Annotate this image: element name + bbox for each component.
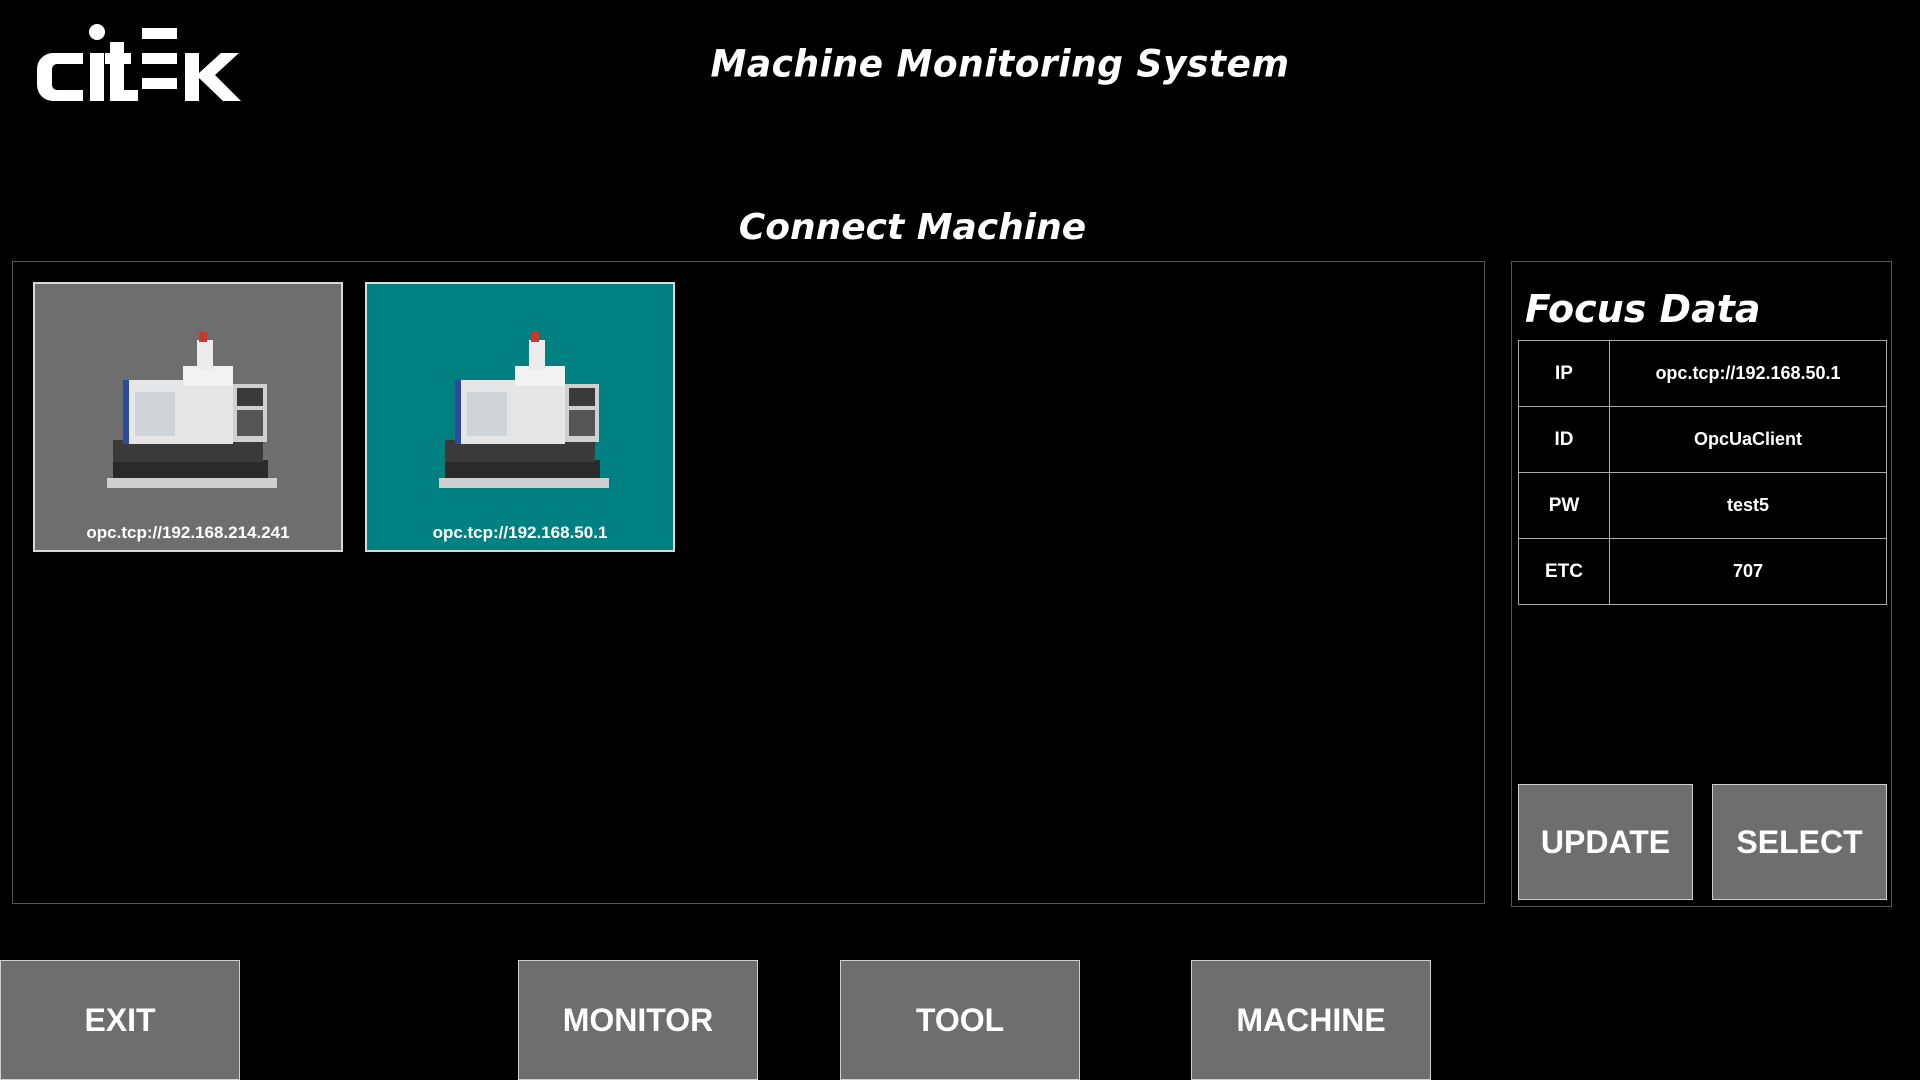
focus-data-panel: Focus Data IP opc.tcp://192.168.50.1 ID … bbox=[1511, 261, 1892, 907]
machine-list-panel: opc.tcp://192.168.214.241 opc.tcp://192.… bbox=[12, 261, 1485, 904]
focus-data-title: Focus Data bbox=[1525, 287, 1761, 331]
machine-card-1[interactable]: opc.tcp://192.168.214.241 bbox=[33, 282, 343, 552]
app-title: Machine Monitoring System bbox=[710, 42, 1290, 87]
focus-key-ip: IP bbox=[1518, 340, 1610, 407]
select-button[interactable]: SELECT bbox=[1712, 784, 1887, 900]
connect-machine-title: Connect Machine bbox=[738, 207, 1087, 248]
focus-key-id: ID bbox=[1518, 406, 1610, 473]
machine-button[interactable]: MACHINE bbox=[1191, 960, 1431, 1080]
focus-value-id: OpcUaClient bbox=[1609, 406, 1887, 473]
machine-card-label: opc.tcp://192.168.214.241 bbox=[86, 523, 290, 542]
focus-key-etc: ETC bbox=[1518, 538, 1610, 605]
cnc-machine-icon bbox=[439, 332, 609, 488]
machine-card-label: opc.tcp://192.168.50.1 bbox=[432, 523, 608, 542]
table-row: PW test5 bbox=[1518, 472, 1887, 539]
focus-data-table: IP opc.tcp://192.168.50.1 ID OpcUaClient… bbox=[1518, 340, 1887, 605]
exit-button[interactable]: EXIT bbox=[0, 960, 240, 1080]
focus-value-etc: 707 bbox=[1609, 538, 1887, 605]
table-row: ID OpcUaClient bbox=[1518, 406, 1887, 473]
table-row: ETC 707 bbox=[1518, 538, 1887, 605]
cnc-machine-icon bbox=[107, 332, 277, 488]
update-button[interactable]: UPDATE bbox=[1518, 784, 1693, 900]
focus-value-pw: test5 bbox=[1609, 472, 1887, 539]
tool-button[interactable]: TOOL bbox=[840, 960, 1080, 1080]
monitor-button[interactable]: MONITOR bbox=[518, 960, 758, 1080]
table-row: IP opc.tcp://192.168.50.1 bbox=[1518, 340, 1887, 407]
focus-key-pw: PW bbox=[1518, 472, 1610, 539]
machine-card-2[interactable]: opc.tcp://192.168.50.1 bbox=[365, 282, 675, 552]
focus-value-ip: opc.tcp://192.168.50.1 bbox=[1609, 340, 1887, 407]
